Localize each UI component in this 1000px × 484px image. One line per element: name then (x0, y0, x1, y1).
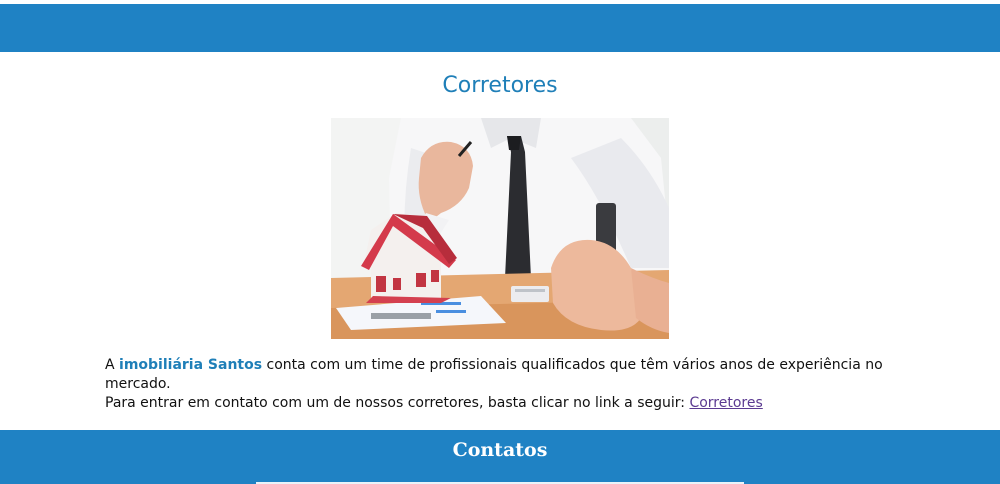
footer-title: Contatos (452, 439, 548, 461)
realtor-photo-icon (331, 118, 669, 339)
brand-name: imobiliária Santos (119, 357, 263, 373)
intro-prefix: A (105, 357, 120, 373)
hero-image (331, 118, 669, 339)
intro-line2: Para entrar em contato com um de nossos … (105, 395, 690, 411)
footer: Contatos (0, 430, 1000, 484)
corretores-link[interactable]: Corretores (689, 395, 762, 411)
top-header-bar (0, 4, 1000, 52)
intro-paragraph: A imobiliária Santos conta com um time d… (105, 356, 905, 413)
page-title: Corretores (442, 73, 558, 98)
